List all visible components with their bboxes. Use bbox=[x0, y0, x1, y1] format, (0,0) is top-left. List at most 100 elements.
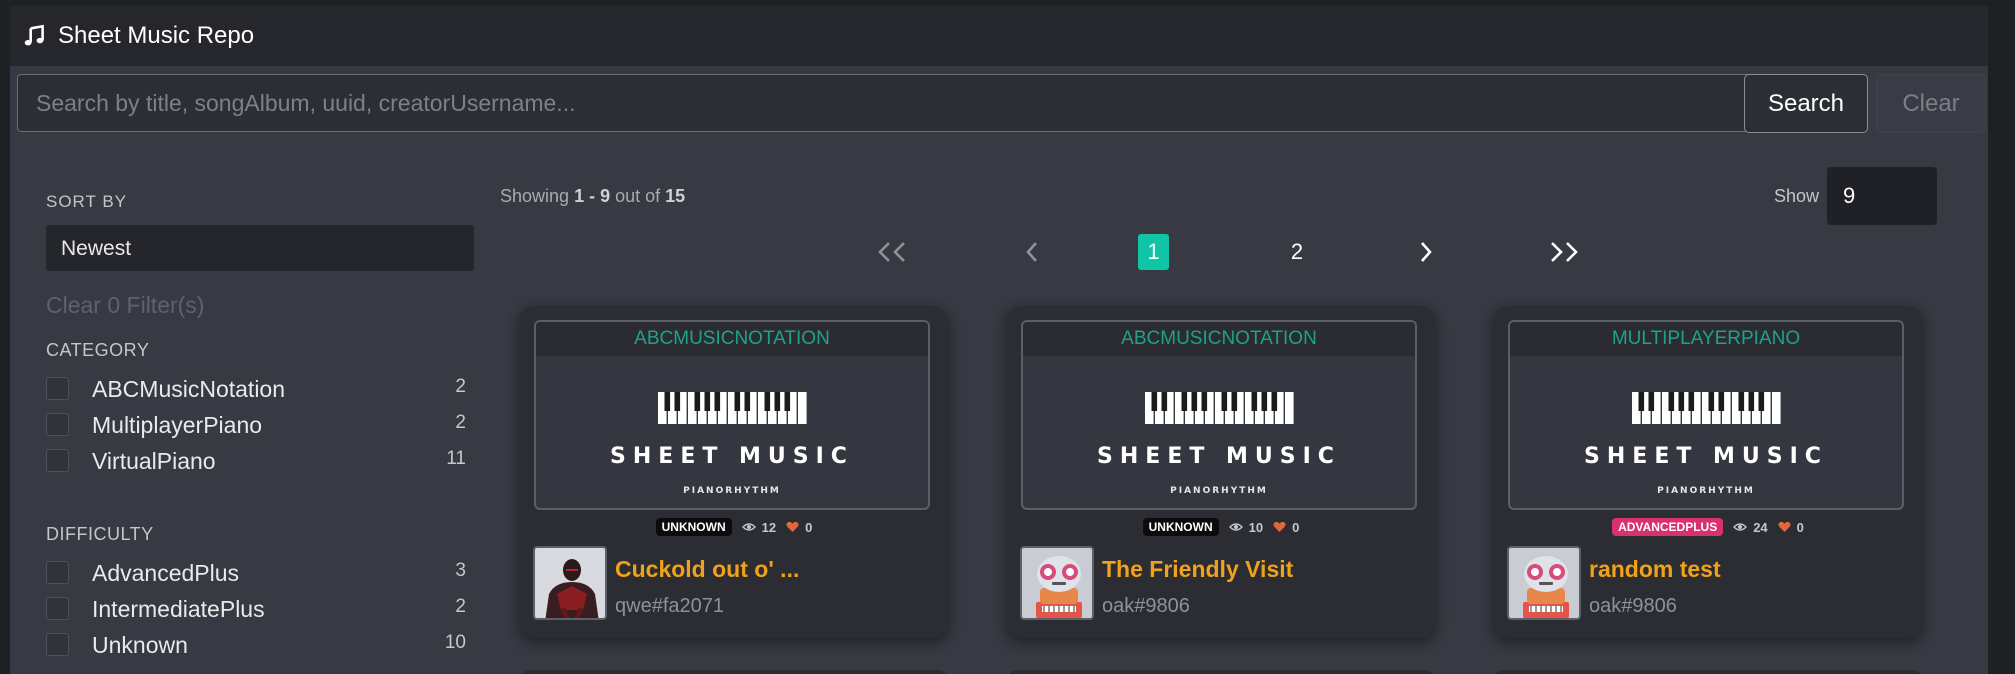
search-button[interactable]: Search bbox=[1744, 74, 1868, 133]
card-category: ABCMUSICNOTATION bbox=[1023, 322, 1415, 356]
last-page-icon bbox=[1551, 242, 1578, 262]
prev-page-button[interactable] bbox=[1022, 234, 1042, 270]
card-creator[interactable]: qwe#fa2071 bbox=[615, 595, 724, 618]
heart-icon[interactable] bbox=[786, 521, 799, 533]
out-of-text: out of bbox=[610, 186, 666, 206]
show-label: Show bbox=[1774, 186, 1820, 206]
card-creator[interactable]: oak#9806 bbox=[1589, 595, 1677, 618]
creator-avatar[interactable] bbox=[1020, 546, 1094, 620]
sheet-card-partial[interactable] bbox=[1494, 670, 1922, 674]
likes-count: 0 bbox=[805, 519, 813, 535]
card-category: MULTIPLAYERPIANO bbox=[1510, 322, 1902, 356]
heart-icon[interactable] bbox=[1273, 521, 1286, 533]
checkbox[interactable] bbox=[46, 377, 69, 400]
card-title[interactable]: Cuckold out o' ... bbox=[615, 556, 799, 583]
page-2-button[interactable]: 2 bbox=[1282, 234, 1312, 270]
checkbox[interactable] bbox=[46, 449, 69, 472]
clear-button[interactable]: Clear bbox=[1876, 74, 1986, 133]
creator-avatar[interactable] bbox=[533, 546, 607, 620]
first-page-button[interactable] bbox=[872, 234, 912, 270]
filter-category-virtualpiano[interactable]: VirtualPiano 11 bbox=[46, 446, 466, 476]
views-stat: 24 bbox=[1733, 519, 1768, 535]
likes-stat[interactable]: 0 bbox=[786, 520, 812, 535]
filter-category-multiplayerpiano[interactable]: MultiplayerPiano 2 bbox=[46, 410, 466, 440]
card-banner[interactable]: MULTIPLAYERPIANO SHEET MUSIC PIANORHYTHM bbox=[1508, 320, 1904, 510]
checkbox[interactable] bbox=[46, 413, 69, 436]
prev-page-icon bbox=[1026, 242, 1037, 262]
card-meta: UNKNOWN 10 0 bbox=[1007, 518, 1435, 536]
sheet-card[interactable]: ABCMUSICNOTATION SHEET MUSIC PIANORHYTHM… bbox=[1007, 306, 1435, 638]
piano-keys-icon bbox=[1145, 392, 1294, 424]
sheet-card[interactable]: ABCMUSICNOTATION SHEET MUSIC PIANORHYTHM… bbox=[520, 306, 948, 638]
likes-stat[interactable]: 0 bbox=[1778, 520, 1804, 535]
creator-avatar[interactable] bbox=[1507, 546, 1581, 620]
next-page-button[interactable] bbox=[1416, 234, 1436, 270]
title-bar: Sheet Music Repo bbox=[10, 6, 1988, 66]
sort-select[interactable]: Newest bbox=[46, 225, 474, 271]
filter-count: 3 bbox=[455, 560, 466, 581]
filter-count: 11 bbox=[446, 448, 466, 469]
views-count: 12 bbox=[761, 519, 777, 535]
eye-icon bbox=[1228, 523, 1243, 531]
banner-subtitle: PIANORHYTHM bbox=[1657, 486, 1755, 496]
filter-difficulty-intermediateplus[interactable]: IntermediatePlus 2 bbox=[46, 594, 466, 624]
banner-title: SHEET MUSIC bbox=[610, 444, 854, 469]
page-size-input[interactable]: 9 bbox=[1827, 167, 1937, 225]
card-banner[interactable]: ABCMUSICNOTATION SHEET MUSIC PIANORHYTHM bbox=[1021, 320, 1417, 510]
banner-title: SHEET MUSIC bbox=[1584, 444, 1828, 469]
card-meta: ADVANCEDPLUS 24 0 bbox=[1494, 518, 1922, 536]
likes-stat[interactable]: 0 bbox=[1273, 520, 1299, 535]
views-count: 10 bbox=[1248, 519, 1264, 535]
app-window: Sheet Music Repo Search Clear SORT BY Ne… bbox=[10, 6, 1988, 674]
filter-count: 2 bbox=[455, 376, 466, 397]
piano-keys-icon bbox=[1632, 392, 1781, 424]
card-title[interactable]: The Friendly Visit bbox=[1102, 556, 1293, 583]
filter-label: IntermediatePlus bbox=[92, 596, 265, 622]
first-page-icon bbox=[878, 242, 905, 262]
showing-prefix: Showing bbox=[500, 186, 575, 206]
app-title: Sheet Music Repo bbox=[58, 22, 255, 49]
filter-difficulty-unknown[interactable]: Unknown 10 bbox=[46, 630, 466, 660]
results-range: 1 - 9 bbox=[574, 186, 611, 206]
difficulty-badge: ADVANCEDPLUS bbox=[1612, 518, 1724, 536]
card-meta: UNKNOWN 12 0 bbox=[520, 518, 948, 536]
filter-label: MultiplayerPiano bbox=[92, 412, 263, 438]
sheet-card-partial[interactable] bbox=[520, 670, 948, 674]
card-title[interactable]: random test bbox=[1589, 556, 1721, 583]
piano-keys-icon bbox=[658, 392, 807, 424]
difficulty-badge: UNKNOWN bbox=[1142, 518, 1219, 536]
results-total: 15 bbox=[665, 186, 686, 206]
category-label: CATEGORY bbox=[46, 340, 150, 360]
banner-subtitle: PIANORHYTHM bbox=[1170, 486, 1268, 496]
banner-subtitle: PIANORHYTHM bbox=[683, 486, 781, 496]
last-page-button[interactable] bbox=[1544, 234, 1584, 270]
filter-count: 2 bbox=[455, 596, 466, 617]
likes-count: 0 bbox=[1292, 519, 1300, 535]
heart-icon[interactable] bbox=[1778, 521, 1791, 533]
checkbox[interactable] bbox=[46, 633, 69, 656]
search-input[interactable] bbox=[17, 74, 1761, 132]
likes-count: 0 bbox=[1796, 519, 1804, 535]
page-1-button[interactable]: 1 bbox=[1138, 234, 1169, 270]
results-summary: Showing 1 - 9 out of 15 bbox=[500, 186, 685, 207]
sheet-card[interactable]: MULTIPLAYERPIANO SHEET MUSIC PIANORHYTHM… bbox=[1494, 306, 1922, 638]
eye-icon bbox=[741, 523, 756, 531]
filter-category-abcmusicnotation[interactable]: ABCMusicNotation 2 bbox=[46, 374, 466, 404]
checkbox[interactable] bbox=[46, 597, 69, 620]
views-count: 24 bbox=[1753, 519, 1768, 535]
filter-label: Unknown bbox=[92, 632, 188, 658]
filter-count: 10 bbox=[444, 632, 466, 653]
filter-count: 2 bbox=[455, 412, 466, 433]
checkbox[interactable] bbox=[46, 561, 69, 584]
filter-label: ABCMusicNotation bbox=[92, 376, 286, 402]
banner-title: SHEET MUSIC bbox=[1097, 444, 1341, 469]
card-banner[interactable]: ABCMUSICNOTATION SHEET MUSIC PIANORHYTHM bbox=[534, 320, 930, 510]
clear-filters-button[interactable]: Clear 0 Filter(s) bbox=[46, 292, 204, 319]
sort-by-label: SORT BY bbox=[46, 192, 128, 211]
difficulty-badge: UNKNOWN bbox=[655, 518, 732, 536]
eye-icon bbox=[1733, 523, 1748, 531]
card-creator[interactable]: oak#9806 bbox=[1102, 595, 1190, 618]
sheet-card-partial[interactable] bbox=[1007, 670, 1435, 674]
filter-difficulty-advancedplus[interactable]: AdvancedPlus 3 bbox=[46, 558, 466, 588]
views-stat: 12 bbox=[741, 519, 777, 535]
